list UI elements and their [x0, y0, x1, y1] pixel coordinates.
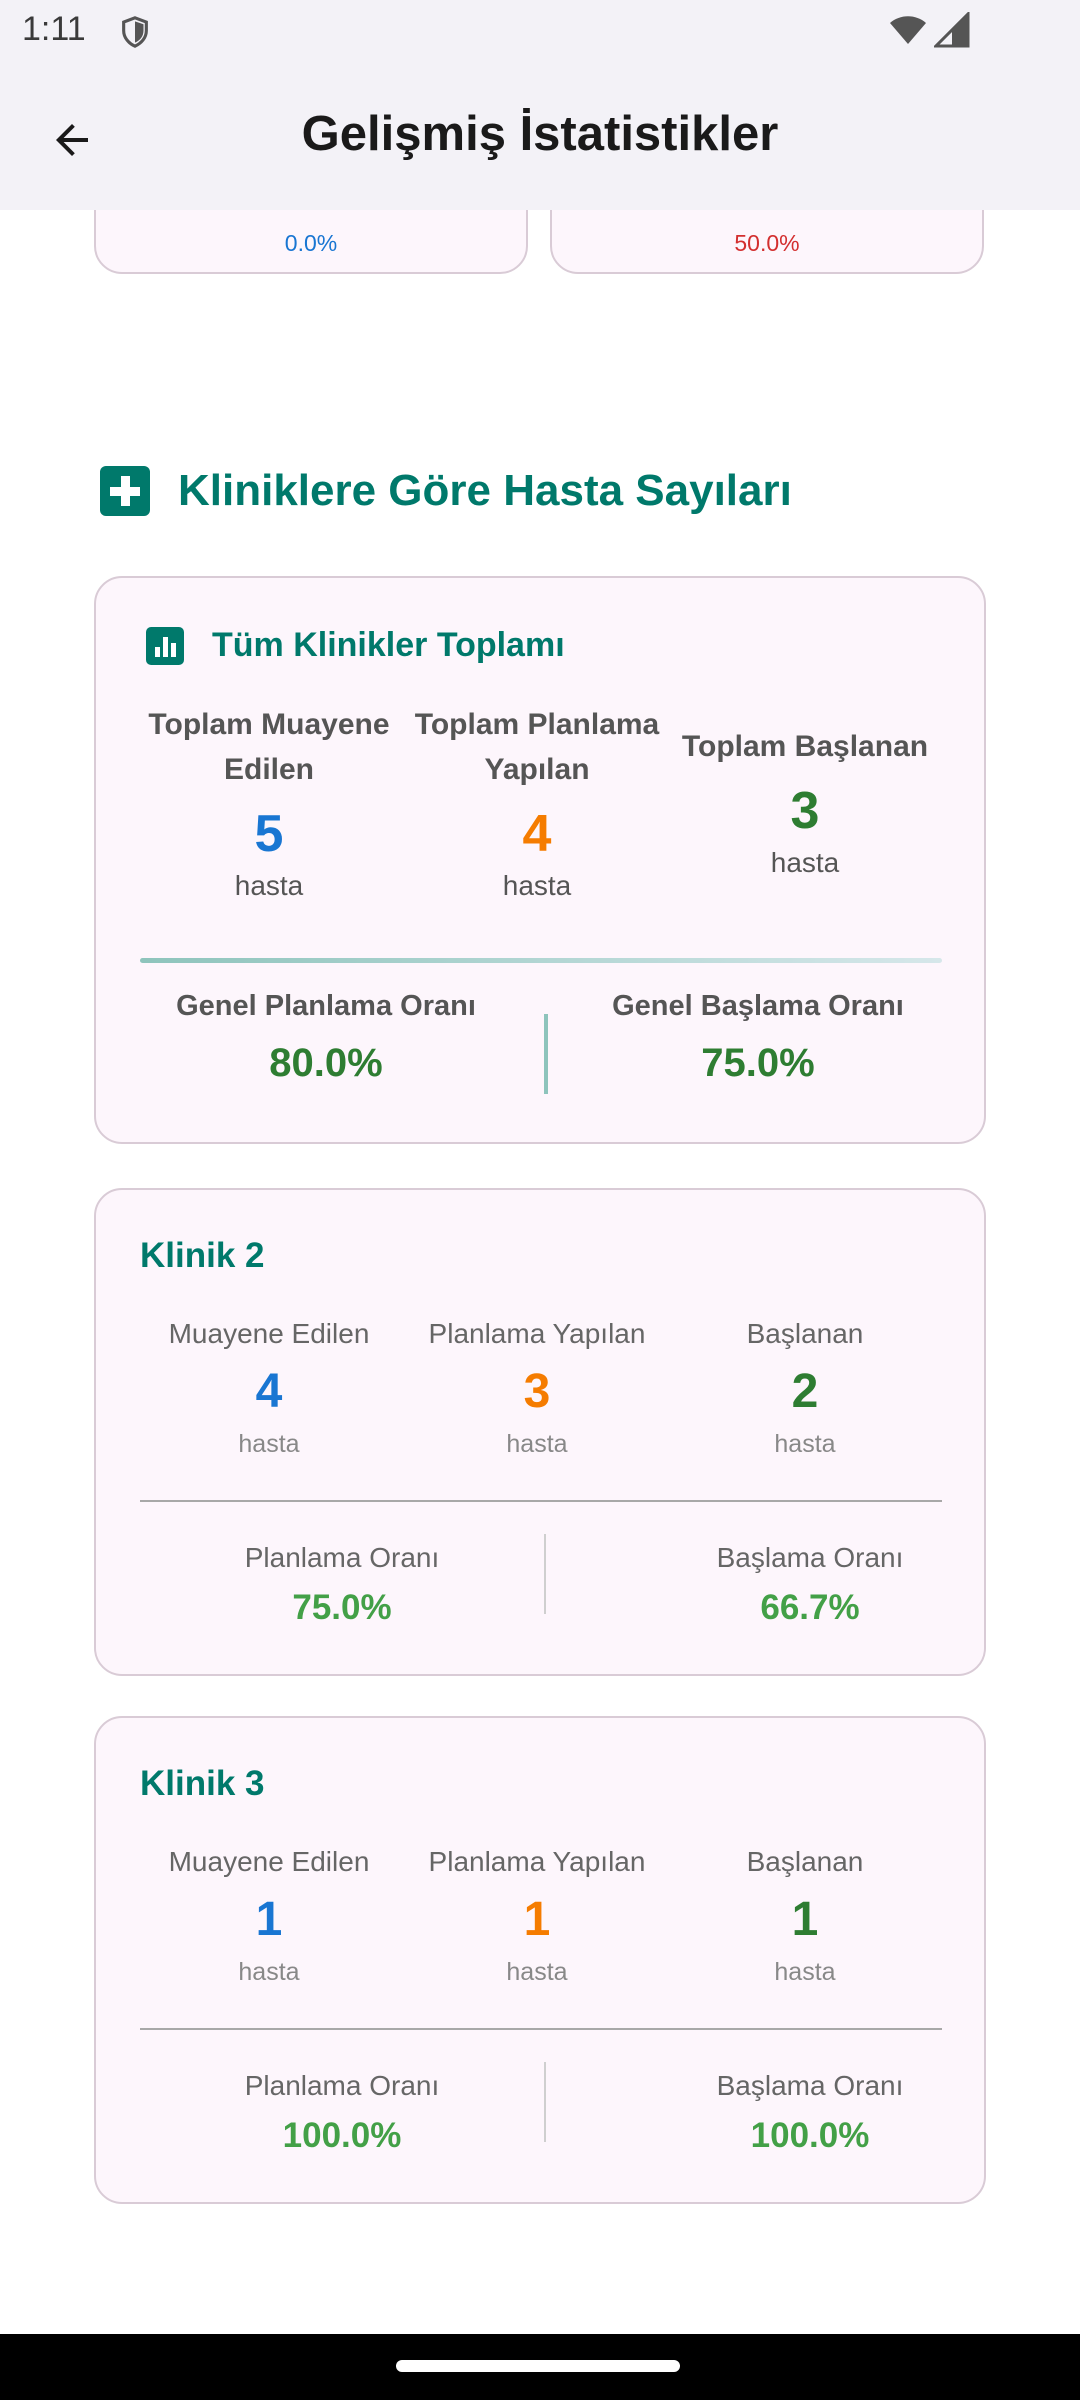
divider [544, 2062, 546, 2142]
clinic-examined: Muayene Edilen 1 hasta [136, 1846, 402, 1987]
divider [140, 1500, 942, 1502]
total-planned: Toplam Planlama Yapılan 4 hasta [404, 702, 670, 902]
total-examined-value: 5 [254, 805, 284, 863]
overall-start-rate-value: 75.0% [701, 1041, 815, 1085]
clinic-planning-rate: Planlama Oranı 100.0% [162, 2070, 522, 2156]
clinic-start-rate: Başlama Oranı 66.7% [630, 1542, 990, 1628]
total-started-label: Toplam Başlanan [681, 730, 929, 763]
clinic-examined: Muayene Edilen 4 hasta [136, 1318, 402, 1459]
clinic-examined-label: Muayene Edilen [168, 1846, 370, 1877]
clinic-started-unit: hasta [774, 1430, 836, 1458]
clinic-examined-unit: hasta [238, 1430, 300, 1458]
total-started: Toplam Başlanan 3 hasta [672, 724, 938, 879]
overall-planning-rate-value: 80.0% [269, 1041, 383, 1085]
clinic-examined-value: 1 [255, 1893, 283, 1946]
clinic-name: Klinik 3 [140, 1764, 265, 1803]
overall-planning-rate: Genel Planlama Oranı 80.0% [136, 990, 516, 1086]
clinic-planned-label: Planlama Yapılan [428, 1318, 646, 1349]
home-gesture-handle[interactable] [396, 2360, 680, 2372]
navigation-bar [0, 2334, 1080, 2400]
overall-start-rate: Genel Başlama Oranı 75.0% [568, 990, 948, 1086]
divider [544, 1014, 548, 1094]
overall-planning-rate-label: Genel Planlama Oranı [176, 990, 476, 1022]
clinic-examined-unit: hasta [238, 1958, 300, 1986]
clinic-planned-unit: hasta [506, 1430, 568, 1458]
total-card-title: Tüm Klinikler Toplamı [212, 626, 565, 664]
status-bar: 1:11 [0, 0, 1080, 62]
medical-cross-icon [100, 466, 150, 516]
total-summary-card: Tüm Klinikler Toplamı Toplam Muayene Edi… [94, 576, 986, 1144]
divider [544, 1534, 546, 1614]
clinic-start-rate: Başlama Oranı 100.0% [630, 2070, 990, 2156]
total-examined-unit: hasta [234, 870, 304, 901]
clinic-planned-unit: hasta [506, 1958, 568, 1986]
clinic-planning-rate-value: 75.0% [292, 1588, 392, 1627]
clinic-examined-label: Muayene Edilen [168, 1318, 370, 1349]
clinic-planning-rate-value: 100.0% [282, 2116, 402, 2155]
clinic-started-value: 2 [791, 1365, 819, 1418]
clinic-planning-rate: Planlama Oranı 75.0% [162, 1542, 522, 1628]
clinic-planning-rate-label: Planlama Oranı [244, 1542, 440, 1573]
clinic-planning-rate-label: Planlama Oranı [244, 2070, 440, 2101]
clinic-start-rate-value: 100.0% [750, 2116, 870, 2155]
clinic-planned: Planlama Yapılan 3 hasta [404, 1318, 670, 1459]
total-planned-value: 4 [522, 805, 552, 863]
clinic-planned: Planlama Yapılan 1 hasta [404, 1846, 670, 1987]
total-started-value: 3 [790, 782, 820, 840]
clinic-started-value: 1 [791, 1893, 819, 1946]
stat-percent: 0.0% [284, 230, 338, 256]
clinic-card: Klinik 3 Muayene Edilen 1 hasta Planlama… [94, 1716, 986, 2204]
clinic-started-label: Başlanan [746, 1318, 864, 1349]
divider [140, 2028, 942, 2030]
section-title: Kliniklere Göre Hasta Sayıları [178, 466, 792, 515]
total-planned-label: Toplam Planlama Yapılan [414, 708, 660, 786]
status-time: 1:11 [22, 10, 86, 48]
bar-chart-icon [146, 626, 184, 665]
stat-percent: 50.0% [734, 230, 800, 256]
clinic-start-rate-value: 66.7% [760, 1588, 860, 1627]
clinic-started-unit: hasta [774, 1958, 836, 1986]
stat-card-right: 1 50.0% [550, 210, 984, 274]
overall-start-rate-label: Genel Başlama Oranı [612, 990, 904, 1022]
clinic-card: Klinik 2 Muayene Edilen 4 hasta Planlama… [94, 1188, 986, 1676]
shield-icon [122, 16, 148, 48]
total-started-unit: hasta [770, 847, 840, 878]
clinic-started: Başlanan 2 hasta [672, 1318, 938, 1459]
clinic-planned-label: Planlama Yapılan [428, 1846, 646, 1877]
stat-card-left: 0 0.0% [94, 210, 528, 274]
signal-icon [934, 12, 970, 48]
clinic-planned-value: 1 [523, 1893, 551, 1946]
total-examined: Toplam Muayene Edilen 5 hasta [136, 702, 402, 902]
clinic-start-rate-label: Başlama Oranı [716, 1542, 904, 1573]
statistics-content[interactable]: 0 0.0% 1 50.0% Kliniklere Göre Hasta Say… [0, 210, 1080, 2334]
wifi-icon [890, 16, 926, 44]
clinic-start-rate-label: Başlama Oranı [716, 2070, 904, 2101]
divider [140, 958, 942, 963]
clinic-planned-value: 3 [523, 1365, 551, 1418]
clinic-started: Başlanan 1 hasta [672, 1846, 938, 1987]
clinic-examined-value: 4 [255, 1365, 283, 1418]
total-card-header: Tüm Klinikler Toplamı [146, 626, 565, 665]
clinic-started-label: Başlanan [746, 1846, 864, 1877]
clinic-name: Klinik 2 [140, 1236, 265, 1275]
app-bar: Gelişmiş İstatistikler [0, 62, 1080, 210]
page-title: Gelişmiş İstatistikler [301, 107, 779, 161]
section-header: Kliniklere Göre Hasta Sayıları [100, 466, 792, 516]
total-examined-label: Toplam Muayene Edilen [148, 708, 390, 786]
total-planned-unit: hasta [502, 870, 572, 901]
